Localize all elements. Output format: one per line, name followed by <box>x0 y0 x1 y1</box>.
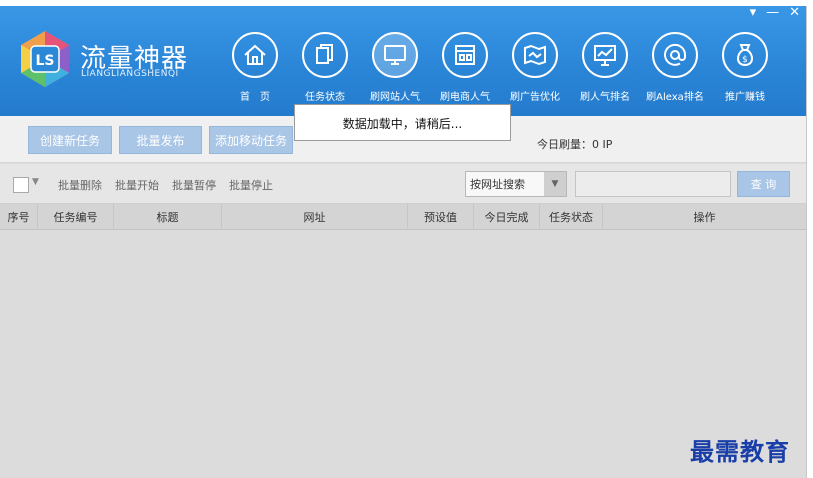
batch-start-button[interactable]: 批量开始 <box>115 177 159 193</box>
loading-message: 数据加载中，请稍后... <box>342 117 463 131</box>
main-nav: 首 页 任务状态 刷网站人气 刷电商人气 刷广告优化 刷人气排名 刷Alexa排… <box>220 32 780 110</box>
column-header: 预设值 <box>408 204 474 230</box>
nav-item-site-traffic[interactable]: 刷网站人气 <box>360 32 430 110</box>
watermark: 最需教育 <box>690 437 790 466</box>
column-header: 操作 <box>693 211 716 224</box>
nav-label: 刷网站人气 <box>370 92 420 103</box>
at-icon <box>652 32 698 78</box>
nav-label: 刷广告优化 <box>510 92 560 103</box>
column-header: 序号 <box>0 204 38 230</box>
header: ▾ — ✕ LS 流量神器 LIANGLIANGSHENQI 首 页 任务状态 … <box>0 6 806 116</box>
chevron-down-icon[interactable]: ▼ <box>32 177 39 187</box>
add-mobile-task-button[interactable]: 添加移动任务 <box>209 126 293 154</box>
search-mode-value: 按网址搜索 <box>470 178 525 191</box>
nav-label: 刷人气排名 <box>580 92 630 103</box>
search-input[interactable] <box>575 171 731 197</box>
nav-label: 刷电商人气 <box>440 92 490 103</box>
store-icon <box>442 32 488 78</box>
close-icon[interactable]: ✕ <box>789 6 800 20</box>
batch-stop-button[interactable]: 批量停止 <box>229 177 273 193</box>
minimize-icon[interactable]: — <box>766 6 779 20</box>
batch-pause-button[interactable]: 批量暂停 <box>172 177 216 193</box>
nav-item-task-status[interactable]: 任务状态 <box>290 32 360 110</box>
monitor-icon <box>372 32 418 78</box>
chevron-down-icon: ▼ <box>544 172 566 196</box>
documents-icon <box>302 32 348 78</box>
batch-publish-button[interactable]: 批量发布 <box>119 126 202 154</box>
search-mode-select[interactable]: 按网址搜索 ▼ <box>465 171 567 197</box>
batch-delete-button[interactable]: 批量删除 <box>58 177 102 193</box>
create-task-button[interactable]: 创建新任务 <box>28 126 112 154</box>
money-bag-icon: $ <box>722 32 768 78</box>
nav-item-ecommerce[interactable]: 刷电商人气 <box>430 32 500 110</box>
search-button[interactable]: 查 询 <box>737 171 790 197</box>
svg-text:$: $ <box>742 55 748 65</box>
nav-item-ranking[interactable]: 刷人气排名 <box>570 32 640 110</box>
nav-item-home[interactable]: 首 页 <box>220 32 290 110</box>
nav-item-alexa[interactable]: 刷Alexa排名 <box>640 32 710 110</box>
home-icon <box>232 32 278 78</box>
pin-icon[interactable]: ▾ <box>750 6 757 20</box>
nav-label: 刷Alexa排名 <box>646 92 704 103</box>
window-border <box>806 6 807 478</box>
column-header: 任务编号 <box>38 204 114 230</box>
app-logo: LS <box>21 31 69 87</box>
nav-item-ad-optimize[interactable]: 刷广告优化 <box>500 32 570 110</box>
filter-bar: ▼ 批量删除 批量开始 批量暂停 批量停止 按网址搜索 ▼ 查 询 <box>0 164 806 204</box>
nav-item-promote[interactable]: $ 推广赚钱 <box>710 32 780 110</box>
column-header: 标题 <box>114 204 222 230</box>
table-body <box>0 231 806 478</box>
brand-subtitle: LIANGLIANGSHENQI <box>81 69 179 79</box>
today-traffic-stat: 今日刷量：0 IP <box>537 138 613 151</box>
select-all-checkbox[interactable] <box>13 177 29 193</box>
column-header: 今日完成 <box>474 204 540 230</box>
svg-text:LS: LS <box>35 53 54 69</box>
loading-dialog: 数据加载中，请稍后... <box>294 104 511 141</box>
nav-label: 任务状态 <box>305 92 345 103</box>
app-window: ▾ — ✕ LS 流量神器 LIANGLIANGSHENQI 首 页 任务状态 … <box>0 6 806 478</box>
chart-board-icon <box>582 32 628 78</box>
column-header: 网址 <box>222 204 408 230</box>
column-header: 任务状态 <box>540 204 603 230</box>
nav-label: 首 页 <box>240 92 270 103</box>
window-controls: ▾ — ✕ <box>750 6 800 20</box>
table-header: 序号 任务编号 标题 网址 预设值 今日完成 任务状态 操作 <box>0 204 806 230</box>
ad-map-icon <box>512 32 558 78</box>
nav-label: 推广赚钱 <box>725 92 765 103</box>
